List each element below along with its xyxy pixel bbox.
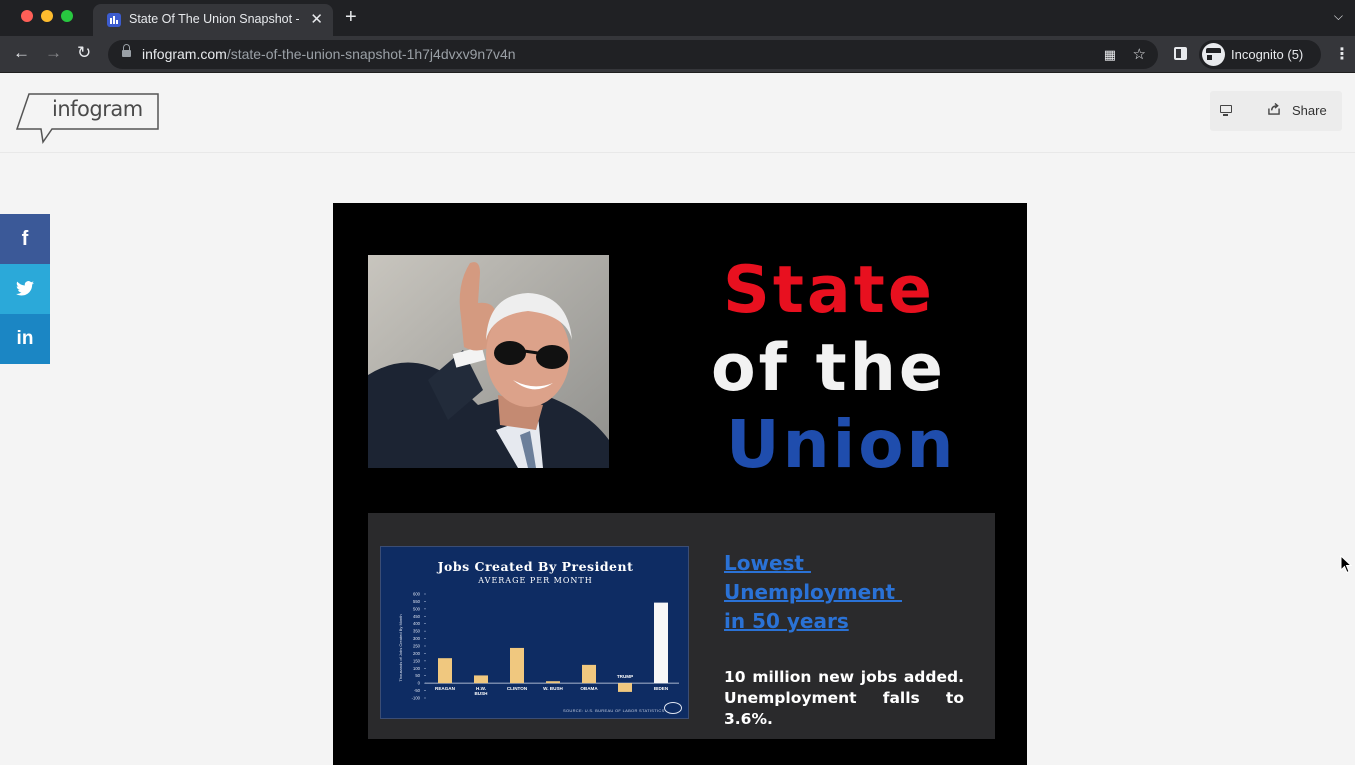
white-house-seal-icon (664, 702, 682, 714)
browser-tab-active[interactable]: State Of The Union Snapshot - Infogram ✕ (93, 4, 333, 36)
bookmark-star-icon[interactable]: ☆ (1133, 45, 1146, 63)
tab-list-chevron-icon[interactable]: ⌵ (1334, 9, 1343, 24)
lock-icon[interactable] (122, 44, 131, 58)
jobs-chart: Jobs Created By President AVERAGE PER MO… (380, 546, 689, 719)
kebab-menu-icon[interactable]: ⋮ (1334, 44, 1350, 64)
tab-close-icon[interactable]: ✕ (310, 10, 323, 28)
back-icon[interactable]: ← (13, 43, 30, 63)
title-state: State (723, 253, 935, 328)
tab-title: State Of The Union Snapshot - Infogram (129, 12, 299, 26)
chart-x-tick-label: W. BUSH (543, 686, 563, 691)
chart-y-tick-label: 200 (413, 651, 421, 656)
chart-y-tick-label: 600 (413, 592, 421, 597)
chart-y-tick-label: 350 (413, 629, 421, 634)
facebook-share-button[interactable]: f (0, 214, 50, 264)
minimize-window-button[interactable] (41, 10, 53, 22)
chart-x-tick-label: OBAMA (580, 686, 598, 691)
title-of-the: of the (711, 331, 946, 406)
lowest-unemployment-link[interactable]: Lowest Unemployment in 50 years (724, 549, 902, 636)
chart-y-tick-label: 400 (413, 621, 421, 626)
side-panel-icon[interactable] (1174, 47, 1187, 60)
chart-y-tick-label: 500 (413, 606, 421, 611)
infogram-favicon-icon (107, 13, 121, 27)
jobs-body-text: 10 million new jobs added. Unemployment … (724, 668, 964, 728)
forward-icon[interactable]: → (45, 43, 62, 63)
chart-x-tick-label: REAGAN (435, 686, 456, 691)
chart-x-tick-label: BUSH (474, 691, 488, 696)
incognito-profile-button[interactable]: Incognito (5) (1199, 40, 1321, 69)
twitter-share-button[interactable] (0, 264, 50, 314)
chart-y-tick-label: 50 (415, 673, 420, 678)
chart-y-axis-label: Thousands of Jobs Created By Month (398, 614, 403, 681)
chart-y-tick-label: 150 (413, 658, 421, 663)
chart-bar-obama (582, 664, 596, 684)
twitter-icon (16, 281, 34, 296)
maximize-window-button[interactable] (61, 10, 73, 22)
present-monitor-icon[interactable] (1220, 105, 1232, 116)
chart-bar-trump (618, 683, 632, 692)
url-text[interactable]: infogram.com/state-of-the-union-snapshot… (142, 46, 516, 62)
facebook-icon: f (21, 228, 29, 250)
chart-y-tick-label: 300 (413, 636, 421, 641)
chart-y-tick-label: -100 (412, 696, 421, 701)
share-button[interactable]: Share (1292, 103, 1327, 118)
title-union: Union (726, 406, 957, 483)
profile-label: Incognito (5) (1231, 47, 1304, 62)
chart-y-tick-label: 250 (413, 644, 421, 649)
browser-toolbar: ← → ↻ infogram.com/state-of-the-union-sn… (0, 36, 1355, 73)
infogram-header: infogram Share (0, 73, 1355, 153)
mouse-cursor-icon (1340, 555, 1352, 574)
president-thumbs-up-photo (368, 255, 609, 468)
chart-plot: Thousands of Jobs Created By Month -100 -5… (398, 592, 679, 701)
incognito-icon (1202, 43, 1230, 66)
chart-bar-h-w-bush (474, 675, 488, 684)
linkedin-icon: in (16, 328, 34, 349)
chart-bar-w-bush (546, 681, 560, 684)
browser-tab-strip: State Of The Union Snapshot - Infogram ✕… (0, 0, 1355, 36)
chart-y-tick-label: 450 (413, 614, 421, 619)
chart-x-tick-label: TRUMP (617, 674, 633, 679)
close-window-button[interactable] (21, 10, 33, 22)
infographic-canvas: State of the Union Jobs Created By Presi… (333, 203, 1027, 765)
chart-bar-reagan (438, 658, 452, 684)
stats-panel: Jobs Created By President AVERAGE PER MO… (368, 513, 995, 739)
linkedin-share-button[interactable]: in (0, 314, 50, 364)
header-actions: Share (1210, 91, 1342, 131)
chart-bar-clinton (510, 647, 524, 684)
chart-x-tick-label: CLINTON (507, 686, 528, 691)
logo-text: infogram (52, 97, 143, 121)
chart-bar-biden (654, 602, 668, 684)
chart-y-tick-label: 100 (413, 666, 421, 671)
new-tab-button[interactable]: + (345, 6, 357, 29)
qr-code-icon[interactable]: ▦ (1104, 47, 1116, 63)
chart-source: SOURCE: U.S. BUREAU OF LABOR STATISTICS (563, 708, 665, 713)
chart-y-tick-label: -50 (414, 688, 421, 693)
chart-y-tick-label: 0 (418, 681, 421, 686)
reload-icon[interactable]: ↻ (77, 43, 91, 63)
share-icon[interactable] (1268, 103, 1280, 115)
chart-y-tick-label: 550 (413, 599, 421, 604)
address-bar[interactable]: infogram.com/state-of-the-union-snapshot… (108, 40, 1158, 69)
chart-x-tick-label: BIDEN (654, 686, 669, 691)
